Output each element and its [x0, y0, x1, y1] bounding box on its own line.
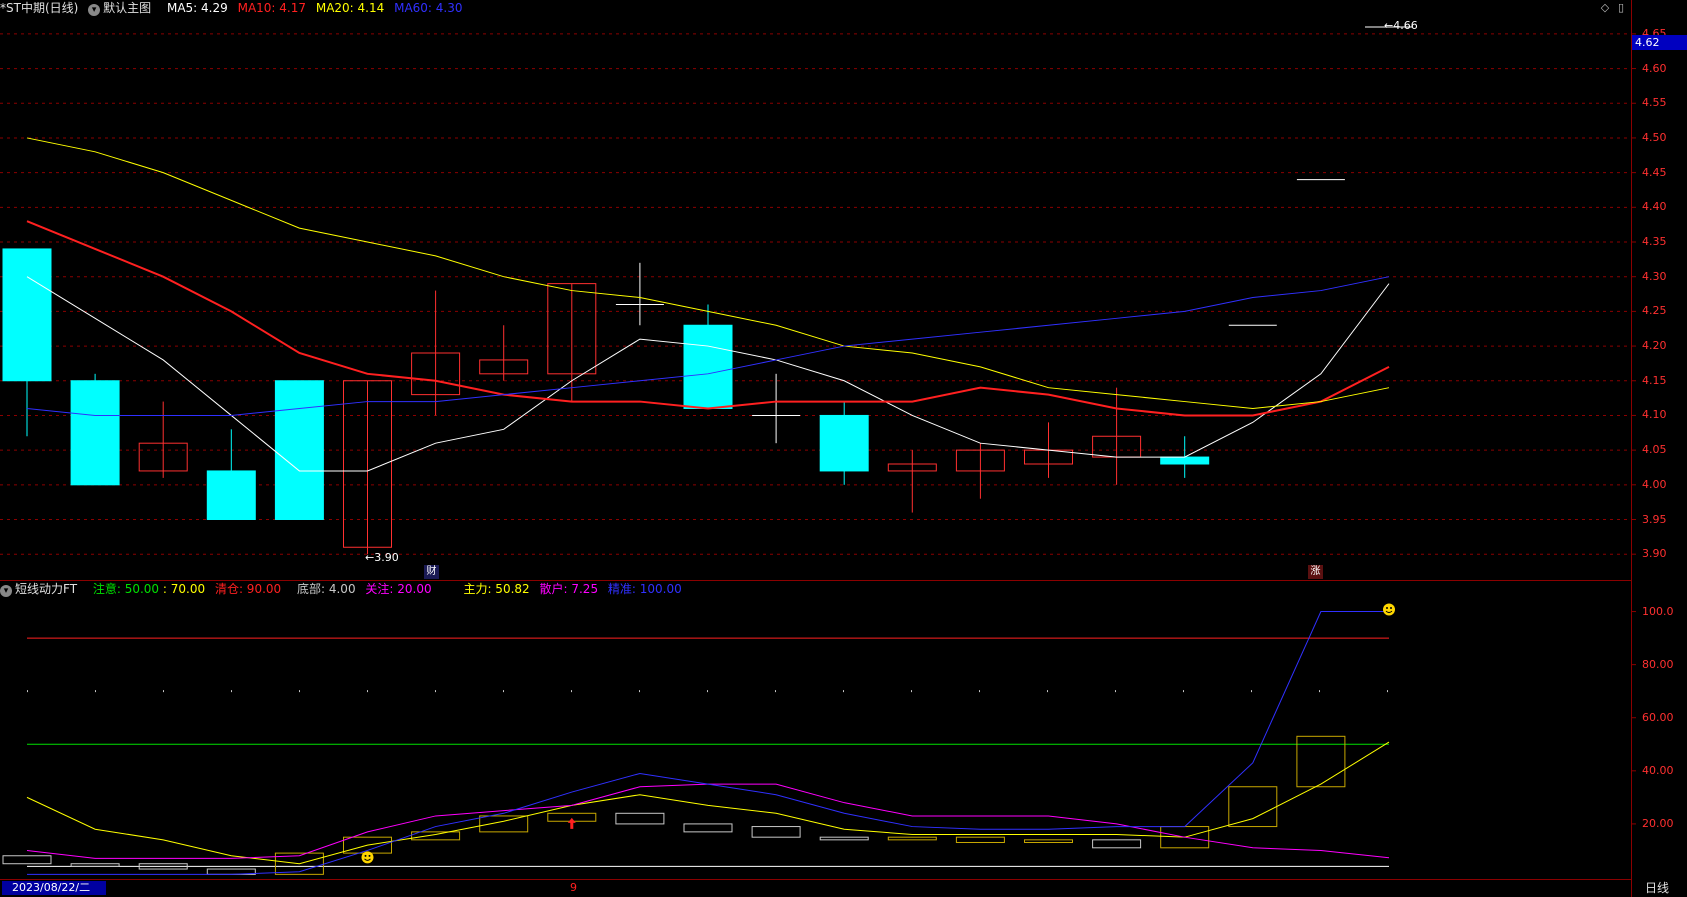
indicator-tick-label: 20.00 [1642, 816, 1674, 830]
finance-marker[interactable]: 财 [424, 565, 439, 579]
rise-marker[interactable]: 涨 [1308, 565, 1323, 579]
smiley-eye [364, 854, 367, 857]
candle-body-down [683, 324, 733, 409]
chart-canvas [0, 26, 1636, 875]
buy-arrow-icon [567, 817, 576, 829]
indicator-tick-label: 100.0 [1642, 604, 1674, 618]
indicator-box [70, 863, 120, 867]
indicator-box [411, 831, 461, 841]
price-tick-label: 4.25 [1642, 304, 1667, 318]
indicator-tick-label: 60.00 [1642, 710, 1674, 724]
smiley-icon [1383, 603, 1395, 616]
indicator-box [955, 836, 1005, 843]
indicator-line [26, 741, 1390, 865]
indicator-box [479, 815, 529, 833]
price-tick-label: 4.15 [1642, 373, 1667, 387]
indicator-line [27, 611, 1389, 875]
indicator-box [819, 836, 869, 841]
indicator-tick-label: 80.00 [1642, 657, 1674, 671]
candle-body-down [2, 248, 52, 382]
indicator-box [2, 855, 52, 865]
indicator-box [1228, 786, 1278, 828]
price-tick-label: 4.35 [1642, 235, 1667, 248]
indicator-box [1092, 839, 1142, 849]
price-tick-label: 4.30 [1642, 269, 1667, 283]
price-tick-label: 4.60 [1642, 61, 1667, 75]
candle-body-down [819, 414, 869, 472]
price-tick-label: 4.55 [1642, 96, 1667, 110]
candle-body-down [274, 380, 324, 520]
candle-body-down [206, 470, 256, 520]
indicator-box [1024, 839, 1073, 843]
indicator-box [615, 812, 665, 825]
current-price-tag: 4.62 [1632, 35, 1687, 50]
smiley-eye [368, 854, 371, 857]
indicator-tick-label: 40.00 [1642, 763, 1674, 777]
price-tick-label: 4.50 [1642, 130, 1667, 144]
low-annotation: ←3.90 [365, 551, 399, 564]
price-tick-label: 4.40 [1642, 200, 1667, 214]
indicator-box [751, 826, 801, 838]
price-tick-label: 4.05 [1642, 443, 1667, 457]
high-annotation: ←4.66 [1384, 19, 1418, 32]
price-tick-label: 4.20 [1642, 339, 1667, 353]
price-tick-label: 4.45 [1642, 165, 1667, 179]
period-button[interactable]: 日线 [1645, 881, 1669, 895]
smiley-icon [361, 851, 374, 864]
smiley-eye [1386, 607, 1388, 610]
candle-body-down [1160, 456, 1210, 465]
candle-body-down [70, 380, 120, 486]
price-tick-label: 4.00 [1642, 477, 1667, 491]
indicator-box [683, 823, 733, 833]
price-tick-label: 3.95 [1642, 512, 1667, 526]
indicator-box [887, 836, 937, 841]
month-marker: 9 [570, 881, 577, 894]
price-tick-label: 4.10 [1642, 408, 1667, 422]
indicator-line [26, 783, 1390, 859]
smiley-eye [1390, 607, 1392, 610]
price-tick-label: 3.90 [1642, 547, 1667, 561]
date-cursor-label: 2023/08/22/二 [2, 881, 106, 895]
